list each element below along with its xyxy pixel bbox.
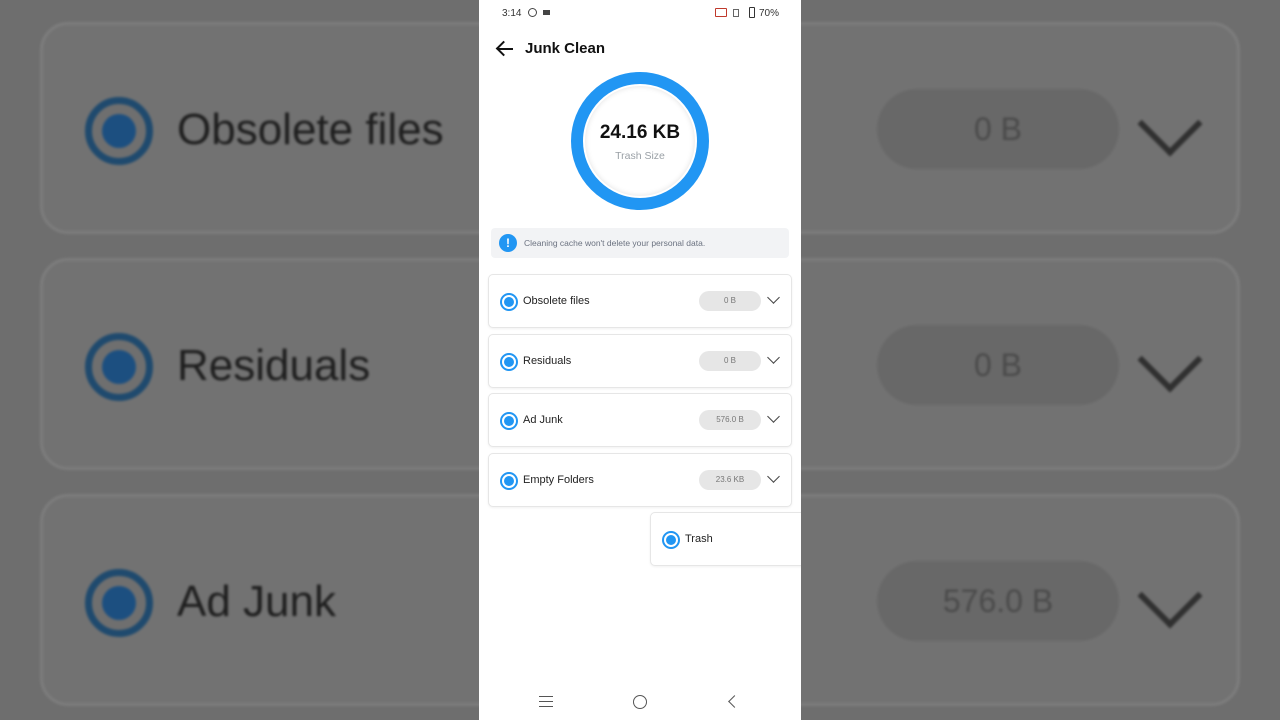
bg-chevron-down-icon xyxy=(1137,563,1203,629)
list-item-trash[interactable]: Trash xyxy=(650,512,801,566)
chevron-down-icon[interactable] xyxy=(767,291,780,304)
trash-size-label: Trash Size xyxy=(615,150,665,162)
item-label: Empty Folders xyxy=(523,474,594,486)
status-bar: 3:14 70% xyxy=(479,0,801,26)
info-banner: ! Cleaning cache won't delete your perso… xyxy=(491,228,789,258)
bg-chevron-down-icon xyxy=(1137,327,1203,393)
bg-radio-icon xyxy=(85,569,153,637)
battery-icon xyxy=(749,7,755,18)
nav-back-icon[interactable] xyxy=(728,695,741,708)
chevron-down-icon[interactable] xyxy=(767,470,780,483)
bg-size-pill: 576.0 B xyxy=(877,561,1119,641)
bg-label: Ad Junk xyxy=(177,577,336,626)
exclamation-icon: ! xyxy=(499,234,517,252)
back-button[interactable] xyxy=(495,39,515,59)
list-item-ad-junk[interactable]: Ad Junk 576.0 B xyxy=(488,393,792,447)
page-title: Junk Clean xyxy=(525,40,606,57)
chevron-down-icon[interactable] xyxy=(767,410,780,423)
item-size-badge: 23.6 KB xyxy=(699,470,761,490)
radio-checked-icon[interactable] xyxy=(500,293,518,311)
bg-radio-icon xyxy=(85,97,153,165)
list-item-empty-folders[interactable]: Empty Folders 23.6 KB xyxy=(488,453,792,507)
home-icon[interactable] xyxy=(633,695,647,709)
trash-size-value: 24.16 KB xyxy=(599,122,681,143)
radio-checked-icon[interactable] xyxy=(662,531,680,549)
cast-icon xyxy=(715,8,727,17)
chevron-down-icon[interactable] xyxy=(767,351,780,364)
arrow-left-icon-head xyxy=(495,40,512,57)
item-label: Ad Junk xyxy=(523,414,563,426)
system-nav-bar xyxy=(479,684,801,720)
radio-checked-icon[interactable] xyxy=(500,412,518,430)
list-item-residuals[interactable]: Residuals 0 B xyxy=(488,334,792,388)
phone-screen: 3:14 70% Junk Clean 24.16 KB Trash Size … xyxy=(479,0,801,720)
list-item-obsolete-files[interactable]: Obsolete files 0 B xyxy=(488,274,792,328)
info-message: Cleaning cache won't delete your persona… xyxy=(524,238,706,248)
bg-size-pill: 0 B xyxy=(877,325,1119,405)
app-header: Junk Clean xyxy=(479,32,801,66)
status-time: 3:14 xyxy=(502,8,522,19)
radio-checked-icon[interactable] xyxy=(500,353,518,371)
battery-percent: 70% xyxy=(759,8,780,19)
settings-status-icon xyxy=(528,8,537,17)
item-label: Obsolete files xyxy=(523,295,590,307)
item-label: Trash xyxy=(685,533,713,545)
bg-label: Obsolete files xyxy=(177,105,444,154)
bg-size-pill: 0 B xyxy=(877,89,1119,169)
bg-label: Residuals xyxy=(177,341,371,390)
menu-icon[interactable] xyxy=(539,696,553,707)
item-size-badge: 576.0 B xyxy=(699,410,761,430)
item-size-badge: 0 B xyxy=(699,291,761,311)
item-size-badge: 0 B xyxy=(699,351,761,371)
trash-size-ring: 24.16 KB Trash Size xyxy=(571,72,709,210)
bg-radio-icon xyxy=(85,333,153,401)
radio-checked-icon[interactable] xyxy=(500,472,518,490)
vibrate-icon xyxy=(733,9,739,17)
item-label: Residuals xyxy=(523,355,572,367)
bg-chevron-down-icon xyxy=(1137,91,1203,157)
video-status-icon xyxy=(543,10,550,15)
